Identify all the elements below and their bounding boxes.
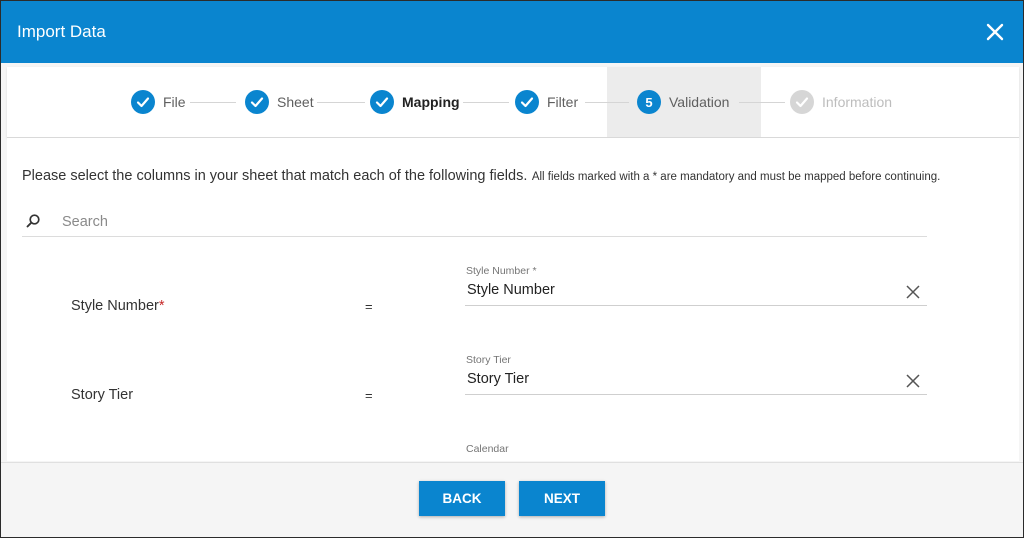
step-sheet[interactable]: Sheet [245,90,314,114]
column-select[interactable]: Style Number [465,279,927,306]
mapping-row-calendar: Calendar [7,443,1019,461]
step-label: Sheet [277,94,314,110]
step-number-badge: 5 [637,90,661,114]
step-label: Information [822,94,893,110]
mapping-row-style-number: Style Number* = Style Number * Style Num… [7,265,1019,325]
instructions-main: Please select the columns in your sheet … [22,168,528,184]
step-label: File [163,94,186,110]
search-input[interactable] [60,211,904,233]
required-marker: * [158,298,165,314]
instructions: Please select the columns in your sheet … [22,167,940,185]
step-label: Mapping [402,94,460,110]
select-label: Style Number * [466,265,537,277]
mapping-content: Please select the columns in your sheet … [7,138,1019,461]
step-filter[interactable]: Filter [515,90,578,114]
close-icon[interactable] [983,20,1007,44]
import-stepper: File Sheet Mapping Filter 5 Validation I… [7,67,1019,138]
dialog-footer: BACK NEXT [1,462,1023,537]
field-label: Story Tier [71,387,134,403]
clear-icon[interactable] [905,373,921,389]
clear-icon[interactable] [905,284,921,300]
mapping-row-story-tier: Story Tier = Story Tier Story Tier [7,354,1019,414]
step-information: Information [790,90,892,114]
step-mapping[interactable]: Mapping [370,90,460,114]
equals-sign: = [365,388,373,403]
step-connector [463,102,509,103]
dialog-titlebar: Import Data [1,1,1023,63]
equals-sign: = [365,299,373,314]
next-button[interactable]: NEXT [519,481,605,516]
check-icon [370,90,394,114]
step-label: Validation [669,94,730,110]
step-connector [190,102,236,103]
check-icon [245,90,269,114]
column-select[interactable]: Story Tier [465,368,927,395]
check-icon [790,90,814,114]
search-bar [22,208,927,237]
import-data-dialog: Import Data File Sheet Mapping Filter 5 … [0,0,1024,538]
check-icon [515,90,539,114]
step-label: Filter [547,94,579,110]
step-file[interactable]: File [131,90,186,114]
field-label: Style Number* [71,298,165,314]
select-label: Story Tier [466,354,511,366]
check-icon [131,90,155,114]
select-value: Style Number [467,282,555,298]
step-connector [585,102,629,103]
select-label: Calendar [466,443,509,455]
instructions-note: All fields marked with a * are mandatory… [531,171,941,183]
step-validation[interactable]: 5 Validation [637,90,729,114]
search-icon [25,213,41,229]
back-button[interactable]: BACK [419,481,505,516]
select-value: Story Tier [467,371,530,387]
dialog-title: Import Data [17,22,106,41]
step-connector [317,102,365,103]
step-connector [739,102,785,103]
